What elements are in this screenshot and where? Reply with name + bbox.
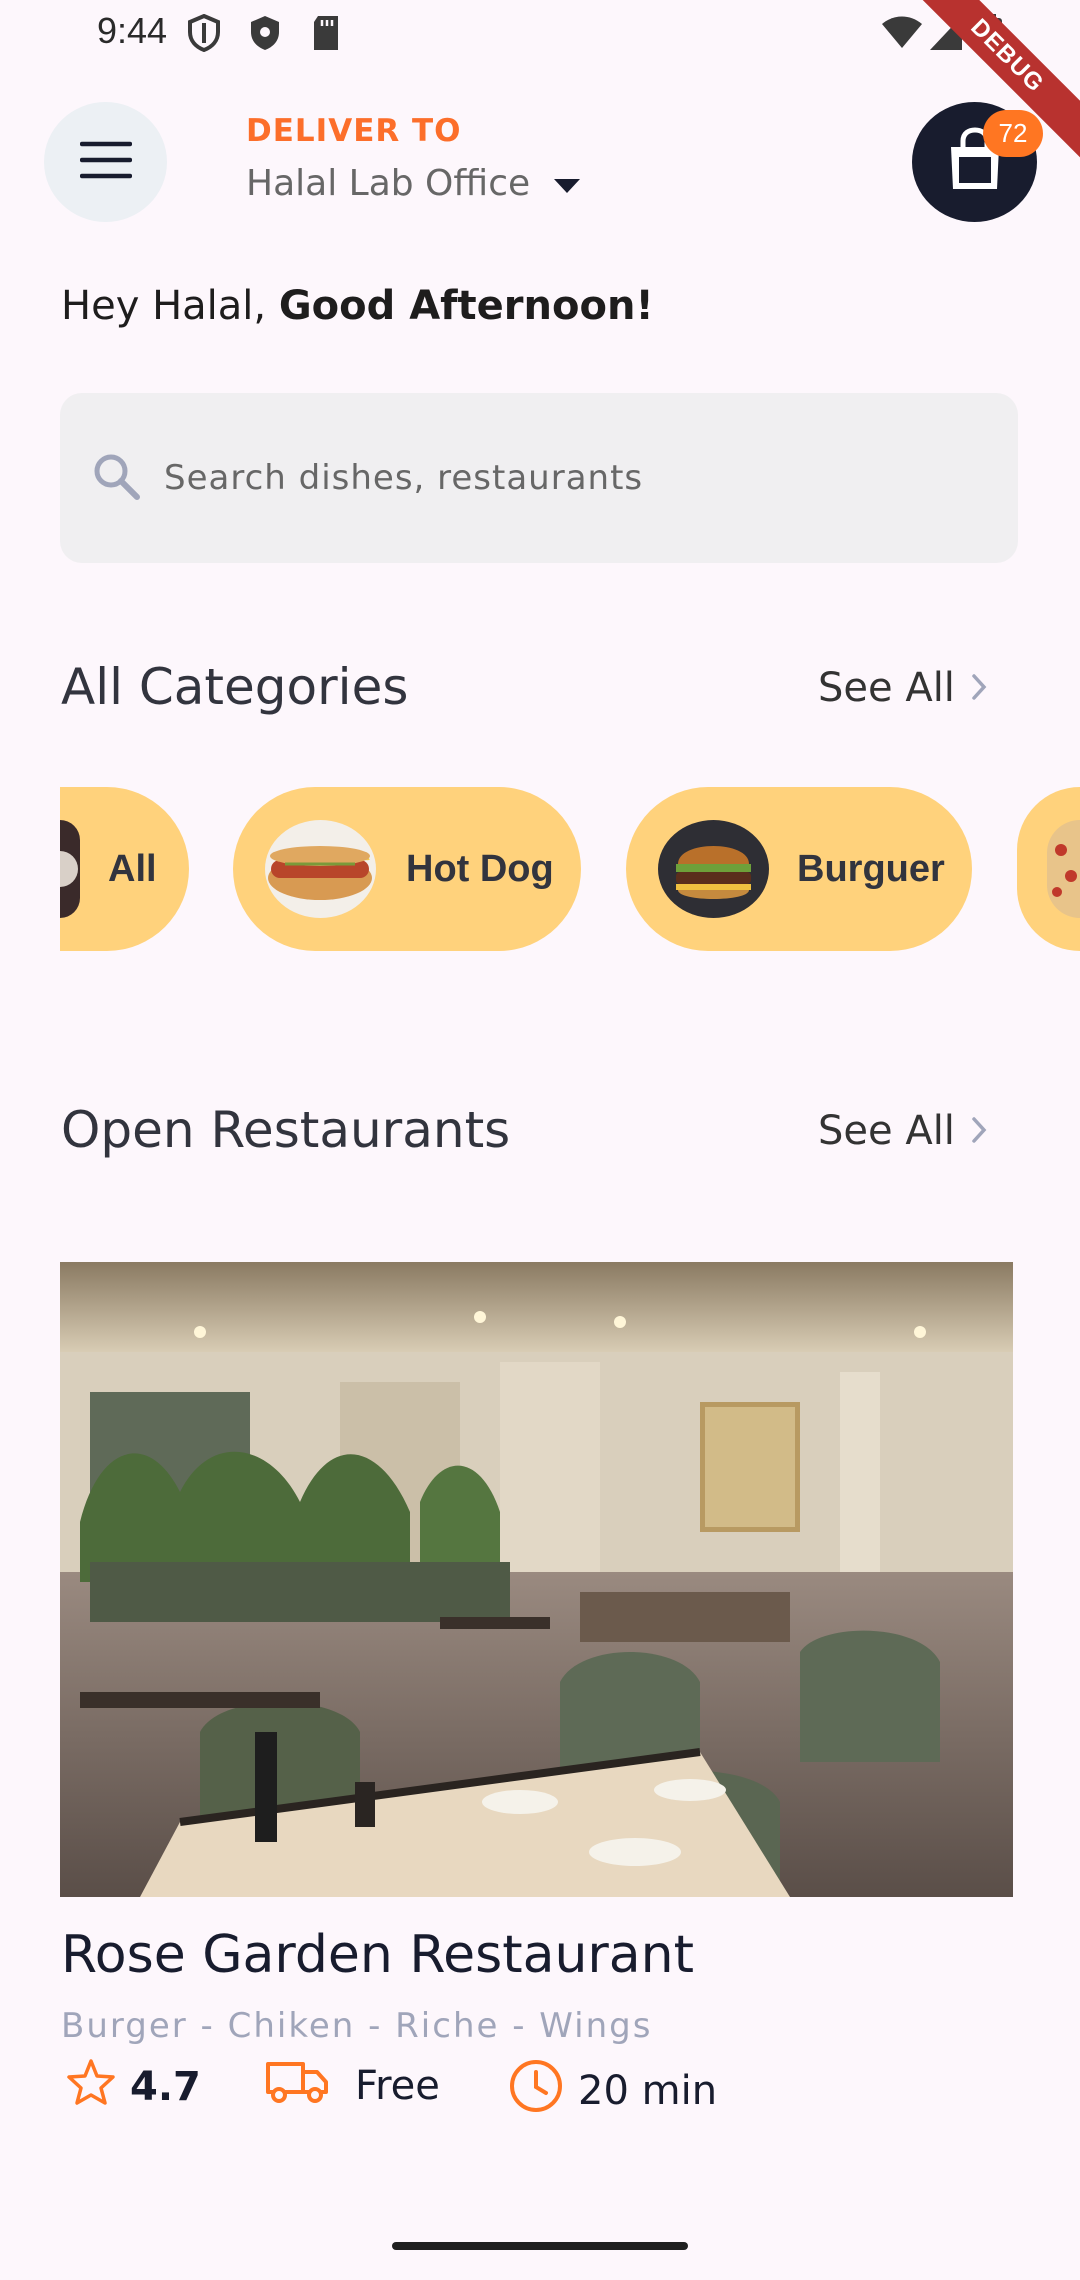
location-selector[interactable]: Halal Lab Office <box>246 163 582 204</box>
all-food-image <box>60 820 80 918</box>
menu-button[interactable] <box>44 102 167 222</box>
restaurant-image[interactable] <box>60 1262 1013 1897</box>
greeting: Hey Halal, Good Afternoon! <box>61 283 654 329</box>
category-chip-pizza[interactable] <box>1017 787 1080 951</box>
greeting-prefix: Hey Halal, <box>61 283 279 329</box>
shield-icon <box>187 13 221 56</box>
see-all-label: See All <box>818 1108 955 1154</box>
category-label: All <box>108 847 157 890</box>
category-chip-hot-dog[interactable]: Hot Dog <box>233 787 581 951</box>
location-text: Halal Lab Office <box>246 163 531 204</box>
play-protect-icon <box>248 14 282 56</box>
restaurant-name[interactable]: Rose Garden Restaurant <box>61 1925 694 1985</box>
category-label: Burguer <box>797 847 945 890</box>
status-time: 9:44 <box>97 10 168 51</box>
deliver-to-label: DELIVER TO <box>246 113 462 149</box>
wifi-icon <box>880 14 924 56</box>
categories-title: All Categories <box>61 658 409 716</box>
delivery-truck-icon <box>265 2058 329 2114</box>
time-value: 20 min <box>578 2068 718 2114</box>
sd-card-icon <box>310 14 342 56</box>
restaurant-delivery: Free <box>265 2058 440 2114</box>
search-input[interactable]: Search dishes, restaurants <box>60 393 1018 563</box>
cart-count-badge: 72 <box>983 110 1043 157</box>
hot-dog-image <box>265 820 376 918</box>
delivery-value: Free <box>355 2063 440 2109</box>
restaurants-title: Open Restaurants <box>61 1101 511 1159</box>
caret-down-icon <box>552 163 582 204</box>
hamburger-menu-icon <box>79 140 132 184</box>
restaurants-see-all-button[interactable]: See All <box>818 1108 987 1154</box>
greeting-emphasis: Good Afternoon! <box>278 283 654 329</box>
burger-image <box>658 820 769 918</box>
rating-value: 4.7 <box>130 2064 201 2110</box>
search-icon <box>90 450 142 506</box>
category-chip-burger[interactable]: Burguer <box>626 787 972 951</box>
categories-see-all-button[interactable]: See All <box>818 665 987 711</box>
chevron-right-icon <box>971 665 987 711</box>
chevron-right-icon <box>971 1108 987 1154</box>
restaurant-time: 20 min <box>508 2058 717 2124</box>
restaurant-rating: 4.7 <box>66 2058 201 2116</box>
see-all-label: See All <box>818 665 955 711</box>
search-placeholder: Search dishes, restaurants <box>164 458 644 498</box>
pizza-image <box>1047 820 1080 918</box>
category-label: Hot Dog <box>406 847 554 890</box>
status-bar: 9:44 DEBUG <box>0 0 1080 166</box>
category-chip-all[interactable]: All <box>60 787 189 951</box>
star-icon <box>66 2058 116 2116</box>
restaurant-tags: Burger - Chiken - Riche - Wings <box>61 2006 653 2046</box>
clock-icon <box>508 2058 564 2124</box>
home-indicator[interactable] <box>392 2242 688 2250</box>
